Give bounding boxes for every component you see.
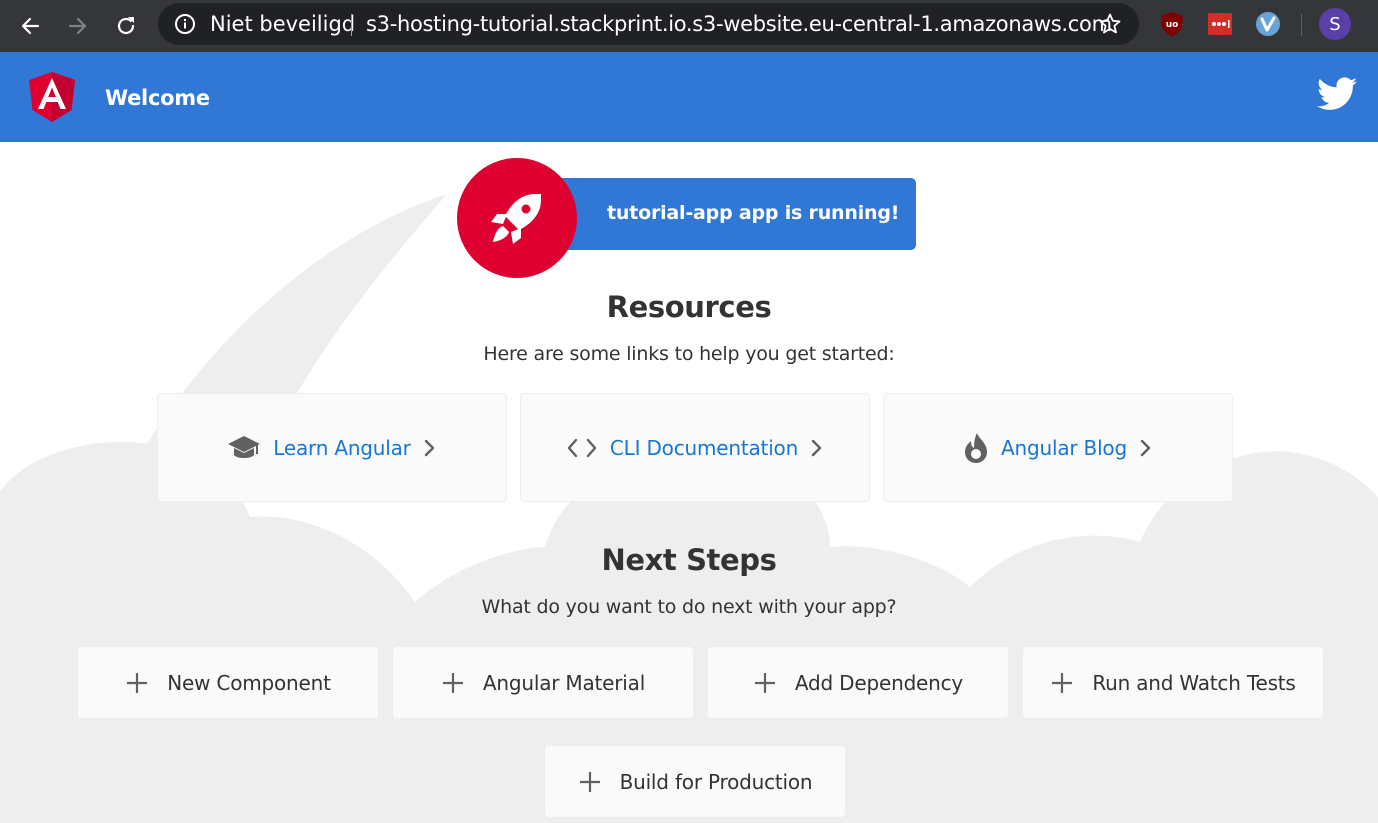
- app-running-banner: tutorial-app app is running!: [520, 178, 916, 250]
- app-running-text: tutorial-app app is running!: [607, 202, 900, 224]
- step-card-new-component[interactable]: New Component: [78, 647, 378, 718]
- next-steps-heading: Next Steps: [601, 543, 777, 577]
- step-label[interactable]: New Component: [167, 671, 331, 695]
- graduation-cap-icon: [228, 435, 261, 458]
- resource-label[interactable]: CLI Documentation: [610, 436, 798, 460]
- chevron-right-icon: [424, 439, 434, 456]
- plus-icon: [442, 672, 463, 693]
- chevron-right-icon: [1140, 439, 1151, 456]
- ublock-icon[interactable]: uo: [1158, 10, 1186, 38]
- next-steps-subheading: What do you want to do next with your ap…: [481, 596, 897, 618]
- address-bar[interactable]: Niet beveiligd s3-hosting-tutorial.stack…: [158, 3, 1139, 45]
- omnibox-divider: [351, 14, 352, 36]
- info-icon[interactable]: [174, 13, 196, 35]
- rocket-badge: [457, 158, 577, 278]
- back-arrow-icon[interactable]: [12, 8, 48, 44]
- plus-icon: [127, 672, 148, 693]
- flame-icon: [965, 432, 988, 463]
- step-label[interactable]: Add Dependency: [795, 671, 963, 695]
- toolbar-title: Welcome: [105, 86, 210, 110]
- profile-avatar[interactable]: S: [1319, 8, 1351, 40]
- reload-icon[interactable]: [108, 8, 144, 44]
- forward-arrow-icon[interactable]: [60, 8, 96, 44]
- plus-icon: [1052, 672, 1073, 693]
- resource-card-learn-angular[interactable]: Learn Angular: [157, 393, 507, 502]
- resource-label[interactable]: Angular Blog: [1001, 436, 1127, 460]
- plus-icon: [754, 672, 775, 693]
- resource-label[interactable]: Learn Angular: [273, 436, 411, 460]
- resources-subheading: Here are some links to help you get star…: [483, 343, 895, 365]
- svg-text:uo: uo: [1166, 20, 1179, 30]
- step-label[interactable]: Run and Watch Tests: [1092, 671, 1296, 695]
- plus-icon: [579, 771, 600, 792]
- security-label[interactable]: Niet beveiligd: [210, 12, 355, 36]
- angular-logo-icon: [29, 72, 75, 122]
- resource-card-angular-blog[interactable]: Angular Blog: [883, 393, 1233, 502]
- twitter-icon[interactable]: [1317, 76, 1357, 112]
- step-card-add-dependency[interactable]: Add Dependency: [708, 647, 1008, 718]
- lastpass-icon[interactable]: [1206, 10, 1234, 38]
- step-card-run-and-watch-tests[interactable]: Run and Watch Tests: [1023, 647, 1323, 718]
- resource-card-cli-documentation[interactable]: CLI Documentation: [520, 393, 870, 502]
- toolbar-separator: [1301, 14, 1302, 36]
- chevron-right-icon: [811, 439, 822, 456]
- resources-heading: Resources: [606, 290, 772, 324]
- star-icon[interactable]: [1098, 12, 1122, 36]
- code-brackets-icon: [567, 438, 597, 457]
- browser-chrome: Niet beveiligd s3-hosting-tutorial.stack…: [0, 0, 1378, 52]
- step-label[interactable]: Angular Material: [483, 671, 645, 695]
- url-text[interactable]: s3-hosting-tutorial.stackprint.io.s3-web…: [366, 12, 1112, 36]
- step-label[interactable]: Build for Production: [620, 770, 813, 794]
- step-card-angular-material[interactable]: Angular Material: [393, 647, 693, 718]
- vimium-icon[interactable]: [1254, 10, 1282, 38]
- rocket-icon: [491, 194, 541, 244]
- app-toolbar: Welcome: [0, 52, 1378, 142]
- step-card-build-for-production[interactable]: Build for Production: [545, 746, 845, 817]
